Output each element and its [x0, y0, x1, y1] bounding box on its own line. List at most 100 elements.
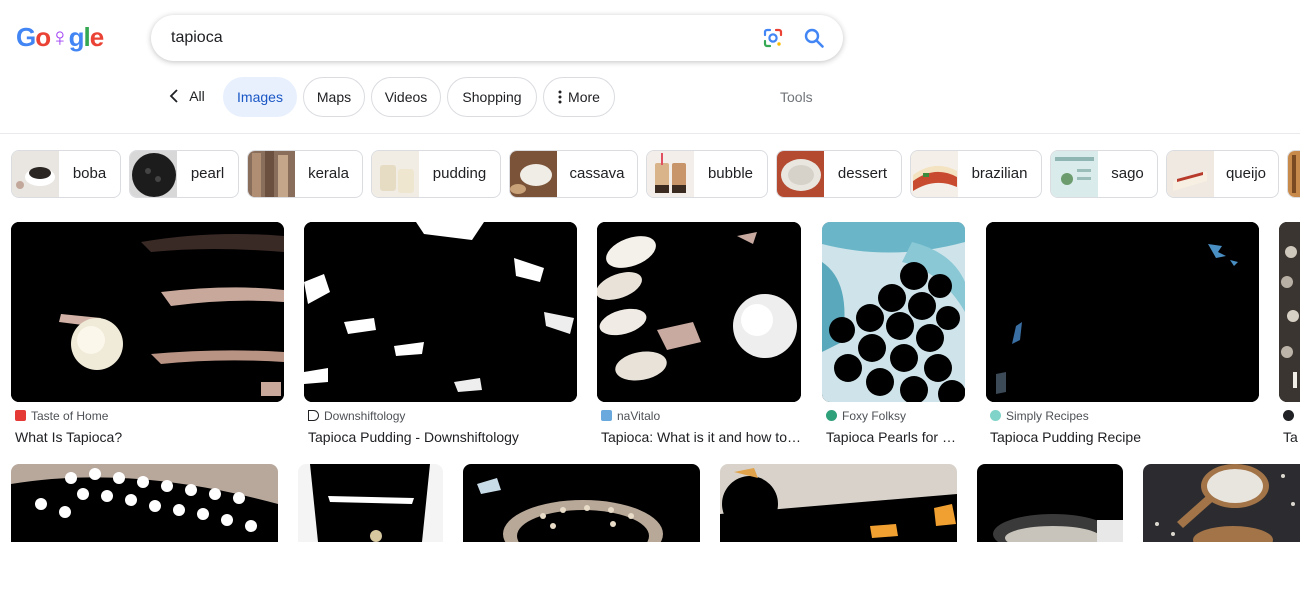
result-image-graphic: [463, 464, 700, 542]
tab-more[interactable]: More: [543, 77, 615, 117]
logo-letter: ♀: [50, 22, 69, 52]
image-result[interactable]: [298, 464, 443, 542]
image-result[interactable]: [977, 464, 1123, 542]
chip-label: kerala: [308, 165, 349, 182]
result-source[interactable]: Foxy Folksy: [822, 409, 965, 423]
result-image-graphic: [11, 464, 278, 542]
chip-pearl[interactable]: pearl: [129, 150, 239, 198]
tab-label: More: [568, 89, 600, 105]
chip-queijo[interactable]: queijo: [1166, 150, 1279, 198]
chip-label: pearl: [190, 165, 225, 182]
google-logo[interactable]: Go♀gle: [16, 20, 105, 54]
chip-thumbnail: [647, 151, 694, 197]
result-image-graphic: [822, 222, 965, 402]
chip-bubble[interactable]: bubble: [646, 150, 768, 198]
search-tabs: All Images Maps Videos Shopping More Too…: [0, 77, 1300, 117]
image-result[interactable]: [463, 464, 700, 542]
image-result[interactable]: [11, 464, 278, 542]
image-result[interactable]: Foxy Folksy Tapioca Pearls for Bubble Te…: [822, 222, 965, 445]
google-lens-icon[interactable]: [763, 28, 783, 48]
image-result[interactable]: Ta: [1279, 222, 1300, 445]
result-image[interactable]: [986, 222, 1259, 402]
chip-label: bubble: [707, 165, 754, 182]
chip-brazilian[interactable]: brazilian: [910, 150, 1042, 198]
image-result[interactable]: Simply Recipes Tapioca Pudding Recipe: [986, 222, 1259, 445]
result-image-graphic: [1143, 464, 1300, 542]
favicon-icon: [15, 410, 26, 421]
chip-cassava[interactable]: cassava: [509, 150, 638, 198]
result-image[interactable]: [304, 222, 577, 402]
page-bottom-blank: [0, 542, 1300, 600]
tab-label: All: [189, 88, 205, 104]
result-source[interactable]: Simply Recipes: [986, 409, 1259, 423]
chip-thumbnail: [1051, 151, 1098, 197]
tab-shopping[interactable]: Shopping: [447, 77, 537, 117]
chip-thumbnail: [777, 151, 824, 197]
result-source[interactable]: Taste of Home: [11, 409, 284, 423]
result-image[interactable]: [597, 222, 801, 402]
result-title[interactable]: Tapioca Pearls for Bubble Tea: [822, 429, 965, 445]
chip-thumbnail: [1288, 151, 1300, 197]
search-icon[interactable]: [803, 27, 825, 49]
chip-label: dessert: [837, 165, 888, 182]
tab-all[interactable]: All: [162, 77, 212, 117]
tools-button[interactable]: Tools: [780, 77, 813, 117]
related-chips: boba pearl kerala pudding cassava bubble…: [11, 150, 1300, 198]
result-image[interactable]: [11, 222, 284, 402]
search-input[interactable]: [171, 15, 751, 61]
chevron-left-icon: [169, 89, 178, 103]
logo-letter: o: [35, 22, 51, 52]
result-title[interactable]: What Is Tapioca?: [11, 429, 284, 445]
image-result[interactable]: [720, 464, 957, 542]
result-source[interactable]: [1279, 409, 1300, 423]
result-image-graphic: [977, 464, 1123, 542]
chip-label: pudding: [432, 165, 487, 182]
image-result[interactable]: [1143, 464, 1300, 542]
result-title[interactable]: Ta: [1279, 429, 1300, 445]
chip-label: sago: [1111, 165, 1144, 182]
source-name: Downshiftology: [324, 409, 406, 423]
tab-label: Images: [237, 89, 283, 105]
chip-label: queijo: [1225, 165, 1267, 182]
result-source[interactable]: Downshiftology: [304, 409, 577, 423]
result-image[interactable]: [1279, 222, 1300, 402]
image-result[interactable]: Downshiftology Tapioca Pudding - Downshi…: [304, 222, 577, 445]
result-image-graphic: [1279, 222, 1300, 402]
result-image[interactable]: [822, 222, 965, 402]
chip-boba[interactable]: boba: [11, 150, 121, 198]
tab-maps[interactable]: Maps: [303, 77, 365, 117]
result-title[interactable]: Tapioca: What is it and how to use it: [597, 429, 801, 445]
result-source[interactable]: naVitalo: [597, 409, 801, 423]
source-name: naVitalo: [617, 409, 661, 423]
result-title[interactable]: Tapioca Pudding Recipe: [986, 429, 1259, 445]
result-image-graphic: [720, 464, 957, 542]
logo-letter: G: [16, 22, 36, 52]
chip-pudding[interactable]: pudding: [371, 150, 501, 198]
image-result[interactable]: naVitalo Tapioca: What is it and how to …: [597, 222, 801, 445]
chip-partial[interactable]: [1287, 150, 1300, 198]
chip-dessert[interactable]: dessert: [776, 150, 902, 198]
source-name: Taste of Home: [31, 409, 109, 423]
favicon-icon: [308, 410, 319, 421]
logo-letter: g: [68, 22, 85, 52]
source-name: Simply Recipes: [1006, 409, 1089, 423]
tab-images[interactable]: Images: [223, 77, 297, 117]
favicon-icon: [1283, 410, 1294, 421]
result-image-graphic: [304, 222, 577, 402]
logo-letter: e: [89, 22, 105, 52]
chip-sago[interactable]: sago: [1050, 150, 1158, 198]
chip-thumbnail: [12, 151, 59, 197]
chip-kerala[interactable]: kerala: [247, 150, 363, 198]
result-image-graphic: [298, 464, 443, 542]
chip-label: brazilian: [971, 165, 1028, 182]
result-title[interactable]: Tapioca Pudding - Downshiftology: [304, 429, 577, 445]
tab-label: Videos: [384, 89, 428, 105]
chip-thumbnail: [510, 151, 557, 197]
more-vert-icon: [558, 90, 562, 104]
result-image-graphic: [597, 222, 801, 402]
image-result[interactable]: Taste of Home What Is Tapioca?: [11, 222, 284, 445]
chip-thumbnail: [130, 151, 177, 197]
tab-videos[interactable]: Videos: [371, 77, 441, 117]
tab-label: Maps: [316, 89, 352, 105]
chip-thumbnail: [1167, 151, 1214, 197]
